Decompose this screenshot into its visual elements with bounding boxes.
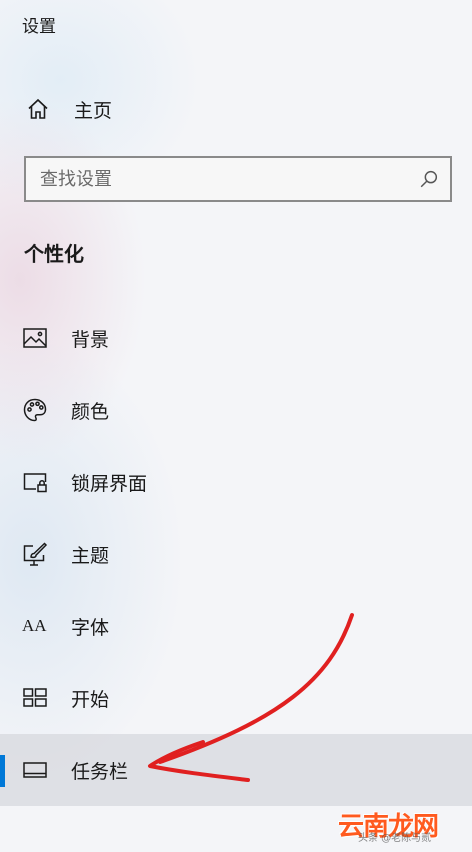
- search-input[interactable]: [26, 167, 418, 191]
- nav-label-fonts: 字体: [71, 616, 110, 639]
- nav-item-lock-screen[interactable]: 锁屏界面: [0, 446, 472, 518]
- nav-item-start[interactable]: 开始: [0, 662, 472, 734]
- nav-label-themes: 主题: [71, 544, 110, 567]
- search-box[interactable]: [24, 156, 452, 202]
- start-grid-icon: [23, 688, 47, 707]
- home-label: 主页: [74, 99, 113, 122]
- watermark-text: 头条 @老陈与贰: [358, 833, 432, 844]
- nav-label-background: 背景: [71, 328, 110, 351]
- nav-item-taskbar[interactable]: 任务栏: [0, 734, 472, 806]
- window-title: 设置: [22, 17, 56, 37]
- lock-screen-icon: [23, 473, 47, 493]
- nav-label-colors: 颜色: [71, 400, 110, 423]
- nav-label-taskbar: 任务栏: [71, 760, 129, 783]
- taskbar-icon: [23, 762, 47, 778]
- palette-icon: [23, 398, 47, 422]
- nav-item-colors[interactable]: 颜色: [0, 374, 472, 446]
- home-link[interactable]: 主页: [26, 92, 112, 126]
- nav-item-background[interactable]: 背景: [0, 302, 472, 374]
- home-icon: [28, 98, 48, 119]
- nav-item-fonts[interactable]: AA 字体: [0, 590, 472, 662]
- font-icon: AA: [22, 616, 47, 635]
- nav-label-start: 开始: [71, 688, 110, 711]
- nav-label-lock-screen: 锁屏界面: [71, 472, 148, 495]
- image-icon: [23, 328, 47, 348]
- theme-brush-icon: [23, 542, 48, 566]
- selection-indicator: [0, 755, 5, 787]
- section-title: 个性化: [24, 242, 84, 266]
- nav-item-themes[interactable]: 主题: [0, 518, 472, 590]
- search-icon[interactable]: [418, 168, 440, 190]
- svg-text:AA: AA: [22, 616, 47, 635]
